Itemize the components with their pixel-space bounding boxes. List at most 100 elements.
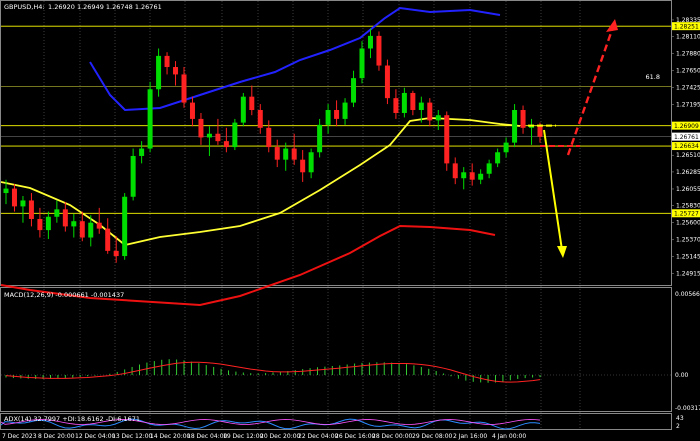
price-level-tag-label: 1.25727 — [674, 210, 699, 217]
candle-body — [410, 92, 416, 111]
chart-header-ohlc: 1.26920 1.26949 1.26748 1.26761 — [48, 3, 162, 11]
candle-body — [351, 78, 357, 103]
candle-body — [308, 152, 314, 173]
price-panel[interactable] — [0, 0, 672, 286]
macd-axis-label: -0.003171 — [675, 405, 700, 412]
candle-body — [45, 216, 51, 231]
candle-body — [223, 141, 229, 148]
time-tick-label: 4 Jan 00:00 — [492, 433, 526, 440]
candle-body — [232, 122, 238, 148]
time-tick-label: 22 Dec 04:00 — [298, 433, 339, 440]
candle-body — [181, 74, 187, 103]
candle-body — [96, 222, 102, 229]
candle-body — [359, 48, 365, 79]
candle-body — [88, 222, 94, 238]
price-level-tag-label: 1.26634 — [674, 143, 699, 150]
time-tick-label: 8 Dec 20:00 — [38, 433, 75, 440]
trading-chart[interactable]: 1.283351.281101.278801.276501.274251.271… — [0, 0, 700, 441]
candle-body — [427, 102, 433, 121]
candle-body — [79, 221, 85, 238]
candle-body — [384, 65, 390, 99]
time-tick-label: 29 Dec 08:00 — [412, 433, 453, 440]
candle-body — [283, 148, 289, 160]
candle-body — [240, 96, 246, 123]
time-tick-label: 20 Dec 20:00 — [260, 433, 301, 440]
price-tick-label: 1.26285 — [676, 169, 700, 176]
candle-body — [130, 155, 136, 197]
candle-body — [266, 127, 272, 148]
candle-body — [393, 98, 399, 113]
time-tick-label: 2 Jan 16:00 — [453, 433, 487, 440]
price-tick-label: 1.27880 — [676, 51, 700, 58]
adx-label: ADX(14) 32.7997 +DI:18.6162 -DI:6.1671 — [4, 415, 140, 423]
price-tick-label: 1.25600 — [676, 220, 700, 227]
price-level-tag-label: 1.28251 — [674, 23, 699, 30]
price-tick-label: 1.28110 — [676, 34, 700, 41]
time-tick-label: 19 Dec 12:00 — [223, 433, 264, 440]
candle-body — [503, 142, 509, 153]
candle-body — [444, 115, 450, 164]
candle-body — [342, 102, 348, 119]
price-axis: 1.283351.281101.278801.276501.274251.271… — [671, 17, 700, 277]
candle-body — [486, 163, 492, 174]
candle-body — [376, 35, 382, 66]
price-tick-label: 1.26510 — [676, 152, 700, 159]
price-level-tag-label: 1.26909 — [674, 123, 699, 130]
candle-body — [401, 92, 407, 113]
candle-body — [334, 110, 340, 119]
macd-label: MACD(12,26,9) -0.000661 -0.001437 — [4, 291, 124, 299]
price-tick-label: 1.25830 — [676, 203, 700, 210]
candle-body — [139, 148, 145, 156]
price-tick-label: 1.27195 — [676, 101, 700, 108]
candle-body — [147, 89, 153, 149]
price-tick-label: 1.25145 — [676, 253, 700, 260]
candle-body — [478, 173, 484, 180]
macd-panel[interactable] — [0, 287, 672, 412]
candle-body — [164, 55, 170, 68]
candle-body — [28, 200, 34, 219]
candle-body — [495, 152, 501, 164]
candle-body — [418, 102, 424, 111]
time-tick-label: 14 Dec 20:00 — [150, 433, 191, 440]
candle-body — [189, 102, 195, 119]
adx-axis-label: 43 — [676, 415, 684, 422]
candle-body — [215, 133, 221, 142]
candle-body — [37, 218, 43, 231]
macd-axis-label: 0.00 — [675, 372, 689, 379]
time-tick-label: 28 Dec 00:00 — [372, 433, 413, 440]
price-level-tag-label: 1.26761 — [674, 134, 699, 141]
adx-axis-label: 2 — [676, 423, 680, 430]
candle-body — [469, 172, 475, 180]
candle-body — [317, 124, 323, 153]
candle-body — [520, 110, 526, 128]
candle-body — [452, 163, 458, 179]
price-tick-label: 1.27650 — [676, 68, 700, 75]
candle-body — [3, 188, 9, 194]
candle-body — [54, 209, 60, 217]
chart-header-symbol: GBPUSD,H4: — [4, 3, 45, 11]
fib-label: 61.8 — [646, 73, 660, 81]
time-tick-label: 7 Dec 2023 — [2, 433, 37, 440]
macd-axis-label: 0.005665 — [675, 291, 700, 298]
candle-body — [11, 188, 17, 207]
candle-body — [300, 159, 306, 173]
price-tick-label: 1.24915 — [676, 270, 700, 277]
candle-body — [512, 110, 518, 143]
time-axis: 7 Dec 2023 8 Dec 20:00 12 Dec 04:0013 Dec … — [2, 433, 526, 440]
candle-body — [206, 133, 212, 138]
candle-body — [198, 118, 204, 138]
candle-body — [156, 55, 162, 90]
candle-body — [113, 250, 119, 257]
price-tick-label: 1.26055 — [676, 186, 700, 193]
candle-body — [249, 96, 255, 111]
time-tick-label: 26 Dec 16:00 — [335, 433, 376, 440]
candle-body — [367, 35, 373, 49]
candle-body — [105, 228, 111, 251]
candle-body — [435, 115, 441, 121]
candle-body — [274, 147, 280, 160]
time-tick-label: 13 Dec 12:00 — [112, 433, 153, 440]
candle-body — [461, 172, 467, 179]
price-tick-label: 1.25370 — [676, 237, 700, 244]
candle-body — [71, 221, 77, 227]
candle-body — [257, 110, 263, 128]
